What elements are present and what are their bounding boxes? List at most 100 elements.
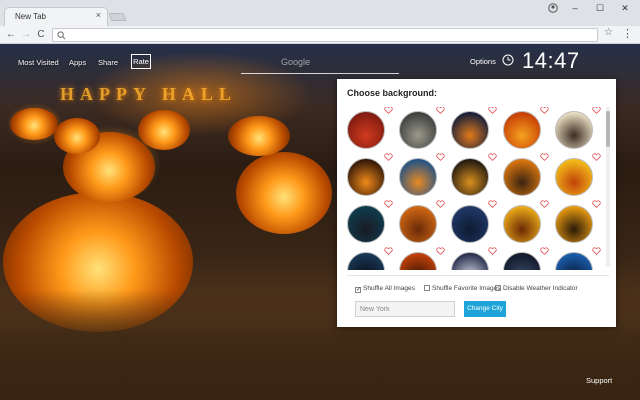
favorite-heart-icon[interactable] (384, 153, 393, 161)
background-thumbnail[interactable] (347, 153, 393, 198)
chooser-divider (347, 275, 609, 276)
background-thumbnail[interactable] (399, 107, 445, 151)
background-thumbnail[interactable] (555, 200, 601, 245)
favorite-heart-icon[interactable] (384, 200, 393, 208)
favorite-heart-icon[interactable] (488, 200, 497, 208)
favorite-heart-icon[interactable] (488, 247, 497, 255)
background-thumbnail[interactable] (347, 247, 393, 270)
background-thumbnail[interactable] (347, 200, 393, 245)
new-tab-button[interactable] (108, 13, 127, 21)
thumbnail-image-pumpkin-patch[interactable] (399, 205, 437, 243)
favorite-heart-icon[interactable] (592, 200, 601, 208)
small-pumpkin (10, 108, 58, 140)
checkbox-box[interactable] (495, 285, 501, 291)
back-button[interactable]: ← (5, 28, 17, 41)
thumbnail-image-halloween-sign[interactable] (347, 111, 385, 149)
clock-icon[interactable] (502, 54, 514, 66)
favorite-heart-icon[interactable] (436, 107, 445, 114)
tab-new-tab[interactable]: New Tab × (4, 7, 108, 26)
favorite-heart-icon[interactable] (436, 200, 445, 208)
thumbnail-image-spooky-cat-moon[interactable] (555, 205, 593, 243)
support-link[interactable]: Support (586, 376, 612, 385)
thumbnail-image-orange-lights[interactable] (399, 252, 437, 270)
favorite-heart-icon[interactable] (540, 153, 549, 161)
profile-icon[interactable] (548, 3, 558, 13)
background-thumbnail[interactable] (399, 247, 445, 270)
background-thumbnail[interactable] (555, 153, 601, 198)
favorite-heart-icon[interactable] (540, 107, 549, 114)
checkbox-box[interactable]: ✓ (355, 287, 361, 293)
tab-close-icon[interactable]: × (96, 10, 101, 20)
thumbnail-image-night-forest[interactable] (503, 252, 541, 270)
favorite-heart-icon[interactable] (436, 247, 445, 255)
google-search-box[interactable]: Google (241, 54, 399, 74)
background-thumbnail[interactable] (451, 153, 497, 198)
thumbnail-image-bats-moon[interactable] (451, 252, 489, 270)
thumbnail-image-foggy-night[interactable] (347, 252, 385, 270)
background-thumbnail[interactable] (451, 107, 497, 151)
address-bar[interactable] (52, 28, 598, 42)
background-thumbnail[interactable] (555, 107, 601, 151)
apps-link[interactable]: Apps (69, 58, 86, 67)
background-thumbnail[interactable] (451, 247, 497, 270)
background-thumbnail[interactable] (503, 247, 549, 270)
thumbnail-image-witch-sunset[interactable] (503, 111, 541, 149)
background-thumbnail[interactable] (451, 200, 497, 245)
reload-button[interactable]: C (35, 28, 47, 41)
clock-time: 14:47 (522, 48, 580, 73)
favorite-heart-icon[interactable] (384, 247, 393, 255)
favorite-heart-icon[interactable] (384, 107, 393, 114)
shuffle-all-label: Shuffle All Images (363, 285, 415, 292)
thumbnail-image-witches-moon[interactable] (555, 111, 593, 149)
background-thumbnail[interactable] (555, 247, 601, 270)
disable-weather-checkbox[interactable]: Disable Weather Indicator (495, 285, 578, 292)
minimize-button[interactable]: – (566, 3, 584, 13)
checkbox-box[interactable] (424, 285, 430, 291)
background-thumbnail[interactable] (399, 200, 445, 245)
background-thumbnail[interactable] (503, 107, 549, 151)
scrollbar-thumb[interactable] (606, 111, 610, 147)
thumbnail-image-carved-pumpkin[interactable] (347, 158, 385, 196)
maximize-button[interactable]: ☐ (591, 3, 609, 14)
browser-toolbar: ← → C ☆ ⋮ (0, 26, 640, 44)
favorite-heart-icon[interactable] (540, 247, 549, 255)
favorite-heart-icon[interactable] (436, 153, 445, 161)
chooser-title: Choose background: (347, 88, 438, 98)
forward-button[interactable]: → (20, 28, 32, 41)
thumbnail-image-black-cat[interactable] (503, 205, 541, 243)
background-thumbnail-grid (347, 107, 607, 270)
shuffle-all-checkbox[interactable]: ✓ Shuffle All Images (355, 285, 415, 293)
background-thumbnail[interactable] (399, 153, 445, 198)
most-visited-link[interactable]: Most Visited (18, 58, 59, 67)
thumbnail-image-sunset-pumpkins[interactable] (555, 158, 593, 196)
chrome-menu-icon[interactable]: ⋮ (622, 27, 633, 41)
thumbnail-image-happy-halloween-text[interactable] (451, 158, 489, 196)
share-link[interactable]: Share (98, 58, 118, 67)
thumbnail-image-pumpkins-cemetery[interactable] (503, 158, 541, 196)
background-thumbnail[interactable] (503, 153, 549, 198)
shuffle-favorite-checkbox[interactable]: Shuffle Favorite Images (424, 285, 501, 292)
thumbnail-image-blue-night[interactable] (451, 205, 489, 243)
background-chooser-panel: Choose background: ✓ Shuffle All Images S… (337, 79, 616, 327)
city-input[interactable] (355, 301, 455, 317)
background-thumbnail[interactable] (503, 200, 549, 245)
thumbnail-image-haunted-castle[interactable] (347, 205, 385, 243)
change-city-button[interactable]: Change City (464, 301, 506, 317)
chooser-scrollbar[interactable] (606, 107, 610, 267)
thumbnail-image-graveyard-letters[interactable] (399, 111, 437, 149)
rate-button[interactable]: Rate (131, 54, 151, 69)
thumbnail-image-blue-moon[interactable] (555, 252, 593, 270)
bookmark-star-icon[interactable]: ☆ (604, 27, 613, 38)
background-thumbnail[interactable] (347, 107, 393, 151)
favorite-heart-icon[interactable] (592, 107, 601, 114)
favorite-heart-icon[interactable] (488, 153, 497, 161)
favorite-heart-icon[interactable] (592, 247, 601, 255)
favorite-heart-icon[interactable] (540, 200, 549, 208)
options-link[interactable]: Options (470, 57, 496, 66)
search-icon (57, 31, 66, 40)
thumbnail-image-pumpkins-sky[interactable] (399, 158, 437, 196)
favorite-heart-icon[interactable] (592, 153, 601, 161)
close-window-button[interactable]: ✕ (616, 3, 634, 14)
favorite-heart-icon[interactable] (488, 107, 497, 114)
thumbnail-image-dark-pumpkin-night[interactable] (451, 111, 489, 149)
